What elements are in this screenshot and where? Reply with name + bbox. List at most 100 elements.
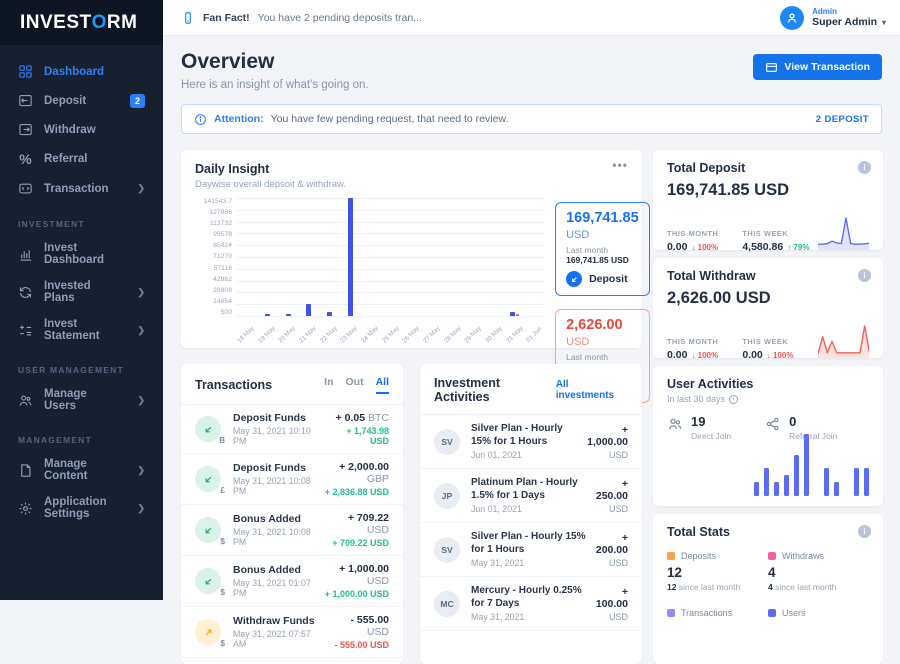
sidebar-item-withdraw[interactable]: Withdraw [0, 115, 163, 144]
bar-slot [340, 198, 361, 316]
currency-symbol: $ [221, 588, 225, 597]
attention-alert: Attention: You have few pending request,… [181, 104, 882, 134]
document-icon [18, 463, 33, 478]
transaction-amount: + 2,000.00 GBP [320, 461, 389, 485]
info-icon[interactable]: i [729, 395, 738, 404]
total-stats-grid: Deposits12 12 since last monthWithdraws4… [667, 551, 869, 618]
user-activities-chart [754, 432, 869, 496]
sidebar-item-label: Invest Statement [44, 318, 115, 342]
sidebar-item-label: Invested Plans [44, 280, 115, 304]
total-withdraw-card: Total Withdraw i 2,626.00 USD THIS MONTH… [653, 258, 883, 358]
view-transaction-label: View Transaction [784, 61, 870, 73]
arrow-down-left-icon [566, 271, 582, 287]
x-tick-label: 19 May [258, 319, 279, 339]
sidebar-item-referral[interactable]: %Referral [0, 144, 163, 174]
x-tick-label: 31 May [506, 319, 527, 339]
this-month-change: ↓ 100% [691, 351, 718, 360]
deposit-currency: USD [566, 229, 589, 241]
tab-in[interactable]: In [324, 376, 333, 394]
more-options-icon[interactable]: ••• [612, 162, 628, 190]
stat-item-transactions: Transactions [667, 608, 768, 618]
sidebar-item-invest-statement[interactable]: Invest Statement❯ [0, 311, 163, 349]
tab-all[interactable]: All [376, 376, 389, 394]
all-investments-link[interactable]: All investments [556, 379, 628, 401]
investment-row: JP Platinum Plan - Hourly 1.5% for 1 Day… [420, 469, 642, 523]
investment-row: SV Silver Plan - Hourly 15% for 1 Hours … [420, 415, 642, 469]
plan-avatar: MC [434, 591, 460, 617]
share-icon [765, 416, 781, 432]
total-withdraw-amount: 2,626.00 USD [667, 289, 869, 308]
this-week-value: 0.00 [742, 349, 762, 361]
app-logo[interactable]: INVESTORM [0, 0, 163, 45]
fun-fact-text: You have 2 pending deposits tran... [258, 12, 422, 24]
sidebar: INVESTORM DashboardDeposit2Withdraw%Refe… [0, 0, 163, 600]
bar-deposit [265, 314, 270, 316]
admin-name-text: Super Admin [812, 16, 877, 28]
direct-join-stat: 19 Direct Join [667, 414, 731, 441]
tab-out[interactable]: Out [346, 376, 364, 394]
stat-item-deposits: Deposits12 12 since last month [667, 551, 768, 592]
investment-row: SV Silver Plan - Hourly 15% for 1 Hours … [420, 523, 642, 577]
x-tick-label: 23 May [340, 319, 361, 339]
transaction-date: May 31, 2021 07:57 AM [233, 629, 326, 649]
transaction-amount: + 0.05 BTC [325, 412, 389, 424]
alert-text: You have few pending request, that need … [271, 113, 509, 125]
logo-o: O [92, 12, 107, 34]
sidebar-item-label: Manage Content [44, 458, 115, 482]
user-activities-card: User Activities In last 30 daysi 19 Dire… [653, 366, 883, 506]
this-month-change: ↓ 100% [691, 243, 718, 252]
info-icon [194, 113, 207, 126]
transactions-tabs: In Out All [324, 376, 389, 394]
stat-item-withdraws: Withdraws4 4 since last month [768, 551, 869, 592]
arrow-down-left-icon [195, 466, 221, 492]
stat-label: Withdraws [782, 551, 824, 561]
avatar[interactable] [780, 6, 804, 30]
bar-slot [381, 198, 402, 316]
daily-insight-title: Daily Insight [195, 162, 346, 176]
currency-symbol: B [219, 436, 225, 445]
user-activities-title: User Activities [667, 377, 869, 391]
stat-label: Users [782, 608, 806, 618]
deposit-count-badge: 2 [130, 94, 145, 108]
plan-title: Platinum Plan - Hourly 1.5% for 1 Days [471, 477, 590, 502]
sidebar-item-invest-dashboard[interactable]: Invest Dashboard [0, 235, 163, 273]
investment-activities-list: SV Silver Plan - Hourly 15% for 1 Hours … [420, 415, 642, 631]
info-icon[interactable]: i [858, 525, 871, 538]
activity-bar [834, 482, 839, 496]
this-month-label: THIS MONTH [667, 337, 742, 346]
transaction-row: $ Bonus Added May 31, 2021 10:08 PM + 70… [181, 505, 403, 556]
sidebar-item-manage-users[interactable]: Manage Users❯ [0, 381, 163, 419]
alert-bold: Attention: [214, 113, 264, 125]
x-tick-label: 25 May [382, 319, 403, 339]
this-month-value: 0.00 [667, 349, 687, 361]
bar-slot [422, 198, 443, 316]
view-transaction-button[interactable]: View Transaction [753, 54, 882, 80]
plan-amount: + 200.00 [590, 532, 628, 556]
alert-deposit-badge[interactable]: 2 DEPOSIT [816, 114, 869, 125]
chart-y-axis: 141543.712788611373299578854247127057116… [195, 198, 237, 316]
chevron-right-icon: ❯ [137, 183, 145, 194]
activity-bar [854, 468, 859, 496]
sidebar-item-application-settings[interactable]: Application Settings❯ [0, 489, 163, 527]
bar-deposit [348, 198, 353, 316]
user-menu[interactable]: Admin Super Admin ▾ [780, 6, 886, 30]
transactions-title: Transactions [195, 378, 272, 392]
activity-bar [754, 482, 759, 496]
info-icon[interactable]: i [858, 161, 871, 174]
sidebar-item-manage-content[interactable]: Manage Content❯ [0, 451, 163, 489]
sidebar-item-transaction[interactable]: Transaction❯ [0, 174, 163, 203]
fun-fact-bold: Fan Fact! [203, 12, 250, 24]
investment-row: MC Mercury - Hourly 0.25% for 7 Days May… [420, 577, 642, 631]
sidebar-item-deposit[interactable]: Deposit2 [0, 86, 163, 115]
sidebar-item-dashboard[interactable]: Dashboard [0, 57, 163, 86]
page-header: Overview Here is an insight of what's go… [181, 50, 882, 91]
sidebar-item-invested-plans[interactable]: Invested Plans❯ [0, 273, 163, 311]
y-tick-label: 500 [195, 309, 232, 316]
admin-name[interactable]: Super Admin ▾ [812, 16, 886, 28]
daily-insight-card: Daily Insight Daywise overall depsoit & … [181, 150, 642, 348]
logo-text: INVEST [20, 12, 92, 34]
chart-plot-area [237, 198, 545, 316]
sidebar-item-label: Application Settings [44, 496, 115, 520]
info-icon[interactable]: i [858, 269, 871, 282]
deposit-amount: 169,741.85 [566, 210, 639, 226]
